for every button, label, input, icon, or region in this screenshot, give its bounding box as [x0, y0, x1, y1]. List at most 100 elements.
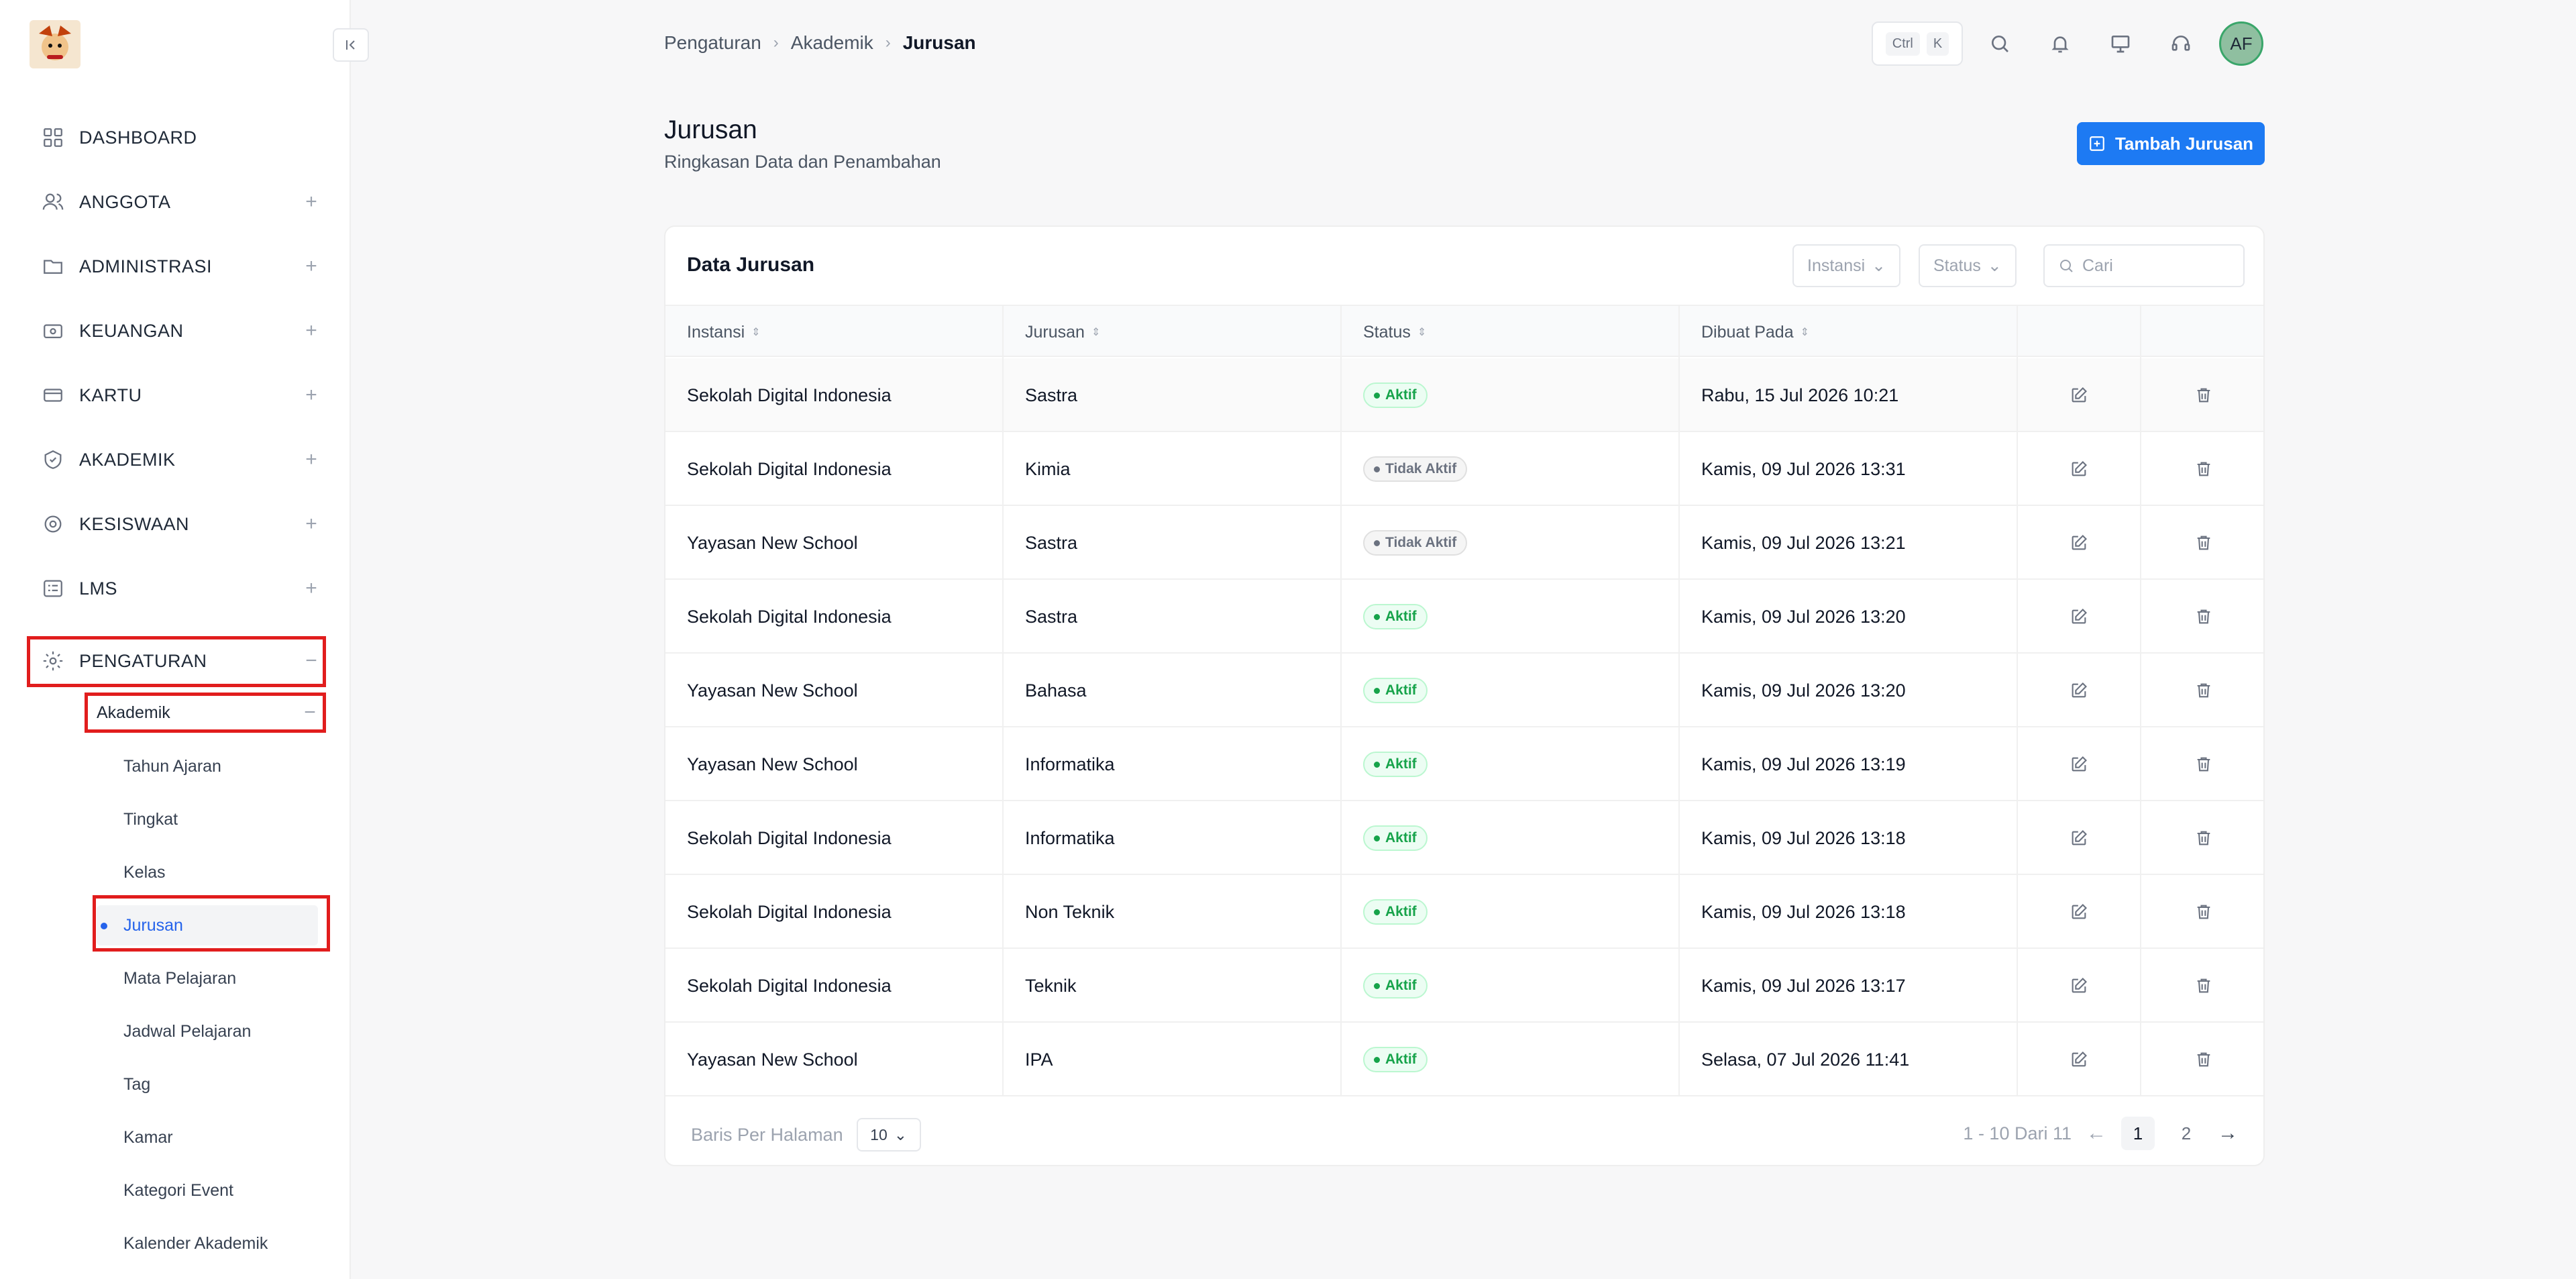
sidebar-item-akademik[interactable]: AKADEMIK + — [30, 431, 325, 488]
column-status-label: Status — [1363, 322, 1411, 342]
display-button[interactable] — [2104, 27, 2137, 60]
edit-button[interactable] — [2018, 949, 2141, 1023]
cell-status: Aktif — [1342, 949, 1680, 1023]
submenu-item-mata-pelajaran[interactable]: Mata Pelajaran — [97, 958, 318, 999]
column-instansi[interactable]: Instansi ⇕ — [665, 306, 1004, 358]
delete-button[interactable] — [2141, 432, 2263, 506]
highlight-akademik — [85, 693, 326, 733]
submenu-item-kalender-akademik[interactable]: Kalender Akademik — [97, 1223, 318, 1264]
search-input[interactable] — [2082, 256, 2230, 276]
delete-button[interactable] — [2141, 358, 2263, 432]
support-button[interactable] — [2164, 27, 2198, 60]
breadcrumb-akademik[interactable]: Akademik — [791, 32, 873, 54]
cell-jurusan: Informatika — [1004, 801, 1342, 875]
page-2[interactable]: 2 — [2169, 1117, 2203, 1150]
card-title: Data Jurusan — [687, 254, 815, 276]
submenu-item-tag[interactable]: Tag — [97, 1064, 318, 1105]
cell-status: Aktif — [1342, 580, 1680, 654]
sidebar-item-label: ADMINISTRASI — [79, 256, 213, 276]
headset-icon — [2171, 36, 2190, 51]
edit-button[interactable] — [2018, 1023, 2141, 1096]
submenu-item-kategori-event[interactable]: Kategori Event — [97, 1170, 318, 1211]
submenu-item-tingkat[interactable]: Tingkat — [97, 799, 318, 839]
sidebar-item-label: AKADEMIK — [79, 449, 176, 470]
arrow-right-icon[interactable]: → — [2218, 1122, 2238, 1145]
cell-jurusan: IPA — [1004, 1023, 1342, 1096]
edit-icon — [2072, 387, 2087, 403]
trash-icon — [2197, 978, 2210, 993]
submenu-item-tahun-ajaran[interactable]: Tahun Ajaran — [97, 746, 318, 786]
sidebar-item-kartu[interactable]: KARTU + — [30, 367, 325, 423]
delete-button[interactable] — [2141, 801, 2263, 875]
edit-icon — [2072, 535, 2087, 550]
submenu-item-kelas[interactable]: Kelas — [97, 852, 318, 892]
table-row: Sekolah Digital Indonesia Sastra Aktif Kami… — [665, 580, 2263, 654]
edit-button[interactable] — [2018, 654, 2141, 727]
command-palette-shortcut[interactable]: Ctrl K — [1872, 21, 1963, 66]
sidebar-item-label: DASHBOARD — [79, 127, 197, 148]
delete-button[interactable] — [2141, 1023, 2263, 1096]
column-instansi-label: Instansi — [687, 322, 745, 342]
cell-status: Aktif — [1342, 654, 1680, 727]
column-jurusan[interactable]: Jurusan ⇕ — [1004, 306, 1342, 358]
table-row: Yayasan New School IPA Aktif Selasa, 07 Jul… — [665, 1023, 2263, 1096]
cell-jurusan: Sastra — [1004, 580, 1342, 654]
expand-icon: + — [305, 191, 317, 213]
edit-button[interactable] — [2018, 358, 2141, 432]
notification-button[interactable] — [2043, 27, 2077, 60]
search-box[interactable] — [2043, 244, 2245, 287]
bell-icon — [2051, 36, 2069, 53]
rows-per-page-label: Baris Per Halaman — [691, 1124, 843, 1145]
delete-button[interactable] — [2141, 506, 2263, 580]
page-1[interactable]: 1 — [2121, 1117, 2155, 1150]
cell-instansi: Sekolah Digital Indonesia — [665, 580, 1004, 654]
cell-instansi: Yayasan New School — [665, 727, 1004, 801]
edit-icon — [2072, 904, 2087, 919]
expand-icon: + — [305, 513, 317, 535]
delete-button[interactable] — [2141, 580, 2263, 654]
cell-instansi: Sekolah Digital Indonesia — [665, 432, 1004, 506]
delete-button[interactable] — [2141, 949, 2263, 1023]
filter-status[interactable]: Status ⌄ — [1919, 244, 2017, 287]
edit-button[interactable] — [2018, 801, 2141, 875]
delete-button[interactable] — [2141, 727, 2263, 801]
chevron-down-icon: ⌄ — [1987, 256, 2002, 275]
delete-button[interactable] — [2141, 654, 2263, 727]
breadcrumb-pengaturan[interactable]: Pengaturan — [664, 32, 761, 54]
column-dibuat-pada[interactable]: Dibuat Pada ⇕ — [1680, 306, 2018, 358]
status-badge: Aktif — [1363, 604, 1428, 629]
cell-instansi: Sekolah Digital Indonesia — [665, 949, 1004, 1023]
status-badge: Aktif — [1363, 973, 1428, 999]
table-row: Sekolah Digital Indonesia Sastra Aktif Rabu… — [665, 358, 2263, 432]
app-logo[interactable] — [30, 20, 80, 68]
sidebar-item-label: KEUANGAN — [79, 320, 184, 341]
avatar[interactable]: AF — [2219, 21, 2263, 66]
sidebar-item-lms[interactable]: LMS + — [30, 560, 325, 617]
edit-button[interactable] — [2018, 506, 2141, 580]
edit-icon — [2072, 1052, 2087, 1067]
edit-button[interactable] — [2018, 432, 2141, 506]
submenu-item-jadwal-pelajaran[interactable]: Jadwal Pelajaran — [97, 1011, 318, 1052]
arrow-left-icon[interactable]: ← — [2086, 1122, 2106, 1145]
rows-per-page-select[interactable]: 10 ⌄ — [856, 1118, 921, 1152]
search-button[interactable] — [1983, 27, 2017, 60]
column-edit — [2018, 306, 2141, 358]
sidebar-item-anggota[interactable]: ANGGOTA + — [30, 174, 325, 230]
sidebar-item-administrasi[interactable]: ADMINISTRASI + — [30, 238, 325, 295]
submenu-item-kamar[interactable]: Kamar — [97, 1117, 318, 1158]
sidebar-item-kesiswaan[interactable]: KESISWAAN + — [30, 496, 325, 552]
filter-instansi[interactable]: Instansi ⌄ — [1792, 244, 1901, 287]
delete-button[interactable] — [2141, 875, 2263, 949]
trash-icon — [2197, 609, 2210, 624]
column-status[interactable]: Status ⇕ — [1342, 306, 1680, 358]
add-jurusan-button[interactable]: Tambah Jurusan — [2077, 122, 2265, 165]
collapse-sidebar-button[interactable] — [333, 28, 369, 62]
sidebar-item-keuangan[interactable]: KEUANGAN + — [30, 303, 325, 359]
expand-icon: + — [305, 255, 317, 277]
edit-button[interactable] — [2018, 727, 2141, 801]
edit-button[interactable] — [2018, 875, 2141, 949]
sidebar-item-dashboard[interactable]: DASHBOARD — [30, 109, 325, 166]
edit-button[interactable] — [2018, 580, 2141, 654]
edit-icon — [2072, 756, 2087, 772]
expand-icon: + — [305, 577, 317, 599]
